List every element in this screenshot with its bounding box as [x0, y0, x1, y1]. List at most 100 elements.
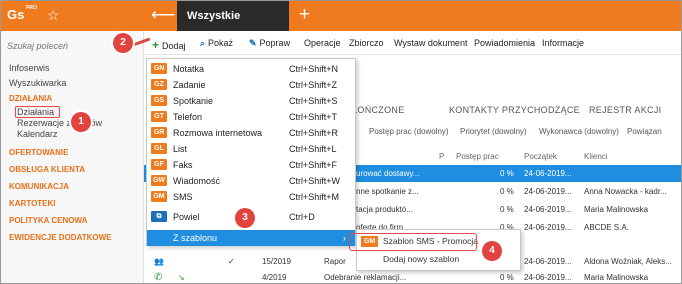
meeting-type-icon: GS — [151, 95, 167, 106]
row-topic: urować dostawy... — [356, 169, 420, 178]
pencil-icon: ✎ — [249, 38, 257, 48]
show-button[interactable]: ⌕ Pokaż — [200, 38, 233, 49]
menu-label: Notatka — [173, 64, 205, 74]
col-postep[interactable]: Postęp prac — [456, 152, 499, 161]
sidebar-item-wyszukiwarka[interactable]: Wyszukiwarka — [9, 78, 66, 88]
favorite-star-icon[interactable]: ☆ — [47, 7, 60, 24]
add-button[interactable]: + Dodaj — [152, 38, 186, 52]
menu-item-notatka[interactable]: GN Notatka Ctrl+Shift+N — [147, 61, 355, 77]
highlight-dzialania — [15, 106, 60, 118]
menu-shortcut: Ctrl+Shift+T — [289, 112, 338, 122]
row-number: 4/2019 — [262, 273, 287, 282]
menu-item-telefon[interactable]: GT Telefon Ctrl+Shift+T — [147, 109, 355, 125]
sidebar-section-polityka[interactable]: POLITYKA CENOWA — [9, 216, 87, 225]
row-topic: nne spotkanie z... — [356, 187, 419, 196]
row-date: 24-06-2019... — [524, 187, 572, 196]
issue-document-button[interactable]: Wystaw dokument — [394, 38, 467, 48]
sidebar-section-obsluga[interactable]: OBSŁUGA KLIENTA — [9, 165, 85, 174]
app-logo: Gs PRO — [7, 5, 37, 22]
row-topic: Odebranie reklamacji... — [324, 273, 407, 282]
highlight-template — [349, 233, 477, 251]
menu-item-sms[interactable]: GM SMS Ctrl+Shift+M — [147, 189, 355, 205]
menu-item-rozmowa[interactable]: GR Rozmowa internetowa Ctrl+Shift+R — [147, 125, 355, 141]
menu-label: SMS — [173, 192, 193, 202]
menu-item-spotkanie[interactable]: GS Spotkanie Ctrl+Shift+S — [147, 93, 355, 109]
menu-shortcut: Ctrl+Shift+W — [289, 176, 341, 186]
sidebar-section-ewidencje[interactable]: EWIDENCJE DODATKOWE — [9, 233, 112, 242]
menu-label: List — [173, 144, 188, 154]
sidebar-item-kalendarz[interactable]: Kalendarz — [17, 129, 58, 139]
annotation-badge-4: 4 — [482, 241, 502, 261]
tab-kontakty[interactable]: KONTAKTY PRZYCHODZĄCE — [449, 105, 580, 115]
chevron-right-icon: › — [343, 233, 346, 243]
logo-sup: PRO — [26, 5, 37, 11]
row-number: 15/2019 — [262, 257, 291, 266]
edit-label: Popraw — [259, 38, 291, 48]
info-button[interactable]: Informacje — [542, 38, 584, 48]
menu-label: Z szablonu — [173, 233, 218, 243]
menu-label: Rozmowa internetowa — [173, 128, 263, 138]
annotation-badge-2: 2 — [113, 33, 133, 53]
row-client: Anna Nowacka - kadr... — [584, 187, 667, 196]
menu-shortcut: Ctrl+Shift+N — [289, 64, 339, 74]
menu-item-list[interactable]: GL List Ctrl+Shift+L — [147, 141, 355, 157]
row-date: 24-06-2019... — [524, 223, 572, 232]
filter-priorytet[interactable]: Priorytet (dowolny) — [460, 127, 527, 136]
task-type-icon: GZ — [151, 79, 167, 90]
app-window: GsPRO ☆ ⟵ Wszystkie działania + Infoserw… — [0, 0, 682, 284]
menu-item-faks[interactable]: GF Faks Ctrl+Shift+F — [147, 157, 355, 173]
filter-wykonawca[interactable]: Wykonawca (dowolny) — [539, 127, 619, 136]
sidebar-section-kartoteki[interactable]: KARTOTEKI — [9, 199, 56, 208]
bulk-button[interactable]: Zbiorczo — [349, 38, 384, 48]
sms-type-icon: GM — [151, 191, 167, 202]
menu-item-z-szablonu[interactable]: Z szablonu › — [147, 230, 355, 246]
operations-button[interactable]: Operacje — [304, 38, 341, 48]
table-row[interactable]: ✆ ↘ 4/2019 Odebranie reklamacji... 0 % 2… — [144, 269, 681, 283]
show-label: Pokaż — [208, 38, 234, 48]
plus-icon[interactable]: + — [299, 4, 310, 26]
menu-label: Wiadomość — [173, 176, 221, 186]
submenu-item-add-template[interactable]: Dodaj nowy szablon — [383, 254, 459, 264]
filter-postep[interactable]: Postęp prac (dowolny) — [369, 127, 449, 136]
chat-type-icon: GR — [151, 127, 167, 138]
menu-shortcut: Ctrl+Shift+L — [289, 144, 337, 154]
row-topic: tacja produktó... — [356, 205, 413, 214]
add-label: Dodaj — [162, 41, 186, 51]
row-date: 24-06-2019... — [524, 273, 572, 282]
col-poczatek[interactable]: Początek — [524, 152, 557, 161]
menu-label: Powiel — [173, 212, 200, 222]
menu-label: Telefon — [173, 112, 203, 122]
menu-shortcut: Ctrl+D — [289, 212, 315, 222]
note-type-icon: GN — [151, 63, 167, 74]
menu-shortcut: Ctrl+Shift+R — [289, 128, 339, 138]
col-klienci[interactable]: Klienci — [584, 152, 608, 161]
menu-item-wiadomosc[interactable]: GW Wiadomość Ctrl+Shift+W — [147, 173, 355, 189]
menu-label: Spotkanie — [173, 96, 214, 106]
phone-icon: ✆ — [154, 272, 163, 283]
incoming-arrow-icon: ↘ — [178, 273, 185, 282]
sidebar: Infoserwis Wyszukiwarka DZIAŁANIA Działa… — [1, 31, 144, 283]
arrow-left-icon[interactable]: ⟵ — [151, 5, 175, 25]
row-date: 24-06-2019... — [524, 169, 572, 178]
menu-shortcut: Ctrl+Shift+Z — [289, 80, 338, 90]
row-progress: 0 % — [500, 169, 514, 178]
annotation-badge-1: 1 — [71, 112, 91, 132]
row-progress: 0 % — [500, 205, 514, 214]
sidebar-section-dzialania[interactable]: DZIAŁANIA — [9, 94, 52, 103]
menu-shortcut: Ctrl+Shift+M — [289, 192, 340, 202]
fax-type-icon: GF — [151, 159, 167, 170]
check-icon: ✓ — [228, 257, 235, 266]
menu-shortcut: Ctrl+Shift+F — [289, 160, 338, 170]
sidebar-section-ofertowanie[interactable]: OFERTOWANIE — [9, 148, 68, 157]
menu-item-zadanie[interactable]: GZ Zadanie Ctrl+Shift+Z — [147, 77, 355, 93]
sidebar-section-komunikacja[interactable]: KOMUNIKACJA — [9, 182, 69, 191]
sidebar-item-infoserwis[interactable]: Infoserwis — [9, 63, 50, 73]
notifications-button[interactable]: Powiadomienia — [474, 38, 535, 48]
edit-button[interactable]: ✎ Popraw — [249, 38, 290, 49]
tab-rejestr[interactable]: REJESTR AKCJI — [589, 105, 661, 115]
window-tab-active[interactable]: Wszystkie działania — [177, 1, 289, 52]
filter-powiazania[interactable]: Powiązan — [627, 127, 662, 136]
col-p[interactable]: P — [439, 152, 444, 161]
menu-label: Faks — [173, 160, 193, 170]
menu-shortcut: Ctrl+Shift+S — [289, 96, 338, 106]
